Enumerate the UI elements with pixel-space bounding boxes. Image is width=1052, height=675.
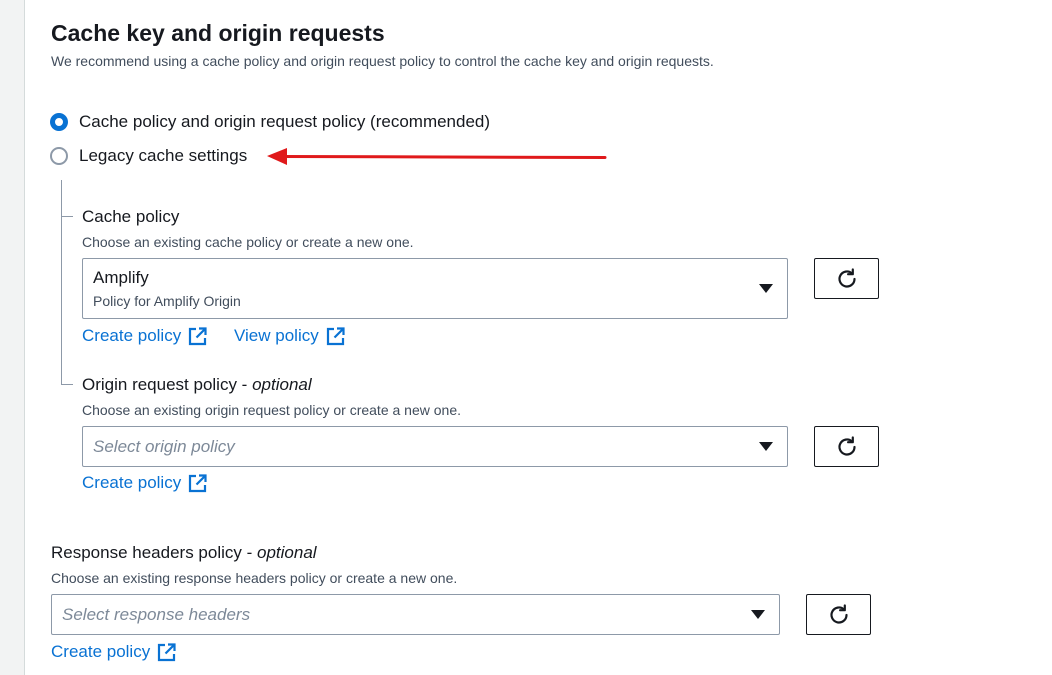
- cache-settings-panel: Cache key and origin requests We recomme…: [0, 0, 1052, 675]
- select-value-description: Policy for Amplify Origin: [93, 293, 241, 309]
- origin-request-policy-label: Origin request policy - optional: [82, 374, 312, 396]
- external-link-icon: [326, 326, 345, 346]
- annotation-arrow: [267, 148, 607, 165]
- external-link-icon: [157, 642, 176, 662]
- section-description: We recommend using a cache policy and or…: [51, 53, 714, 69]
- radio-legacy-cache-settings[interactable]: Legacy cache settings: [50, 143, 247, 169]
- label-text: Response headers policy -: [51, 543, 258, 562]
- response-headers-create-link[interactable]: Create policy: [51, 641, 176, 663]
- optional-tag: optional: [257, 543, 317, 562]
- external-link-icon: [188, 326, 207, 346]
- radio-cache-policy-recommended[interactable]: Cache policy and origin request policy (…: [50, 109, 490, 135]
- link-label: Create policy: [82, 326, 182, 345]
- caret-down-icon: [751, 610, 765, 619]
- link-label: View policy: [234, 326, 319, 345]
- caret-down-icon: [759, 442, 773, 451]
- section-title: Cache key and origin requests: [51, 20, 385, 46]
- tree-connector-vertical: [61, 180, 62, 385]
- radio-label: Cache policy and origin request policy (…: [79, 112, 491, 131]
- radio-label: Legacy cache settings: [79, 146, 248, 165]
- link-label: Create policy: [51, 642, 151, 661]
- origin-request-policy-description: Choose an existing origin request policy…: [82, 402, 461, 418]
- cache-policy-select[interactable]: Amplify Policy for Amplify Origin: [82, 258, 788, 319]
- response-headers-policy-description: Choose an existing response headers poli…: [51, 570, 458, 586]
- label-text: Origin request policy -: [82, 375, 253, 394]
- select-placeholder: Select response headers: [62, 605, 251, 624]
- response-headers-policy-label: Response headers policy - optional: [51, 542, 317, 564]
- origin-request-policy-select[interactable]: Select origin policy: [82, 426, 788, 467]
- cache-policy-view-link[interactable]: View policy: [234, 325, 345, 347]
- response-headers-policy-select[interactable]: Select response headers: [51, 594, 780, 635]
- tree-connector-cache-policy: [61, 216, 73, 217]
- select-placeholder: Select origin policy: [93, 437, 235, 456]
- caret-down-icon: [759, 284, 773, 293]
- radio-button-selected[interactable]: [50, 113, 68, 131]
- refresh-response-headers-button[interactable]: [806, 594, 871, 635]
- cache-policy-create-link[interactable]: Create policy: [82, 325, 207, 347]
- cache-policy-description: Choose an existing cache policy or creat…: [82, 234, 414, 250]
- optional-tag: optional: [252, 375, 312, 394]
- refresh-icon: [829, 603, 848, 624]
- radio-button[interactable]: [50, 147, 68, 165]
- left-rail: [0, 0, 25, 675]
- link-label: Create policy: [82, 473, 182, 492]
- refresh-cache-policy-button[interactable]: [814, 258, 879, 299]
- select-value: Amplify: [93, 268, 149, 287]
- refresh-origin-policy-button[interactable]: [814, 426, 879, 467]
- tree-connector-origin-policy: [61, 384, 73, 385]
- external-link-icon: [188, 473, 207, 493]
- refresh-icon: [837, 435, 856, 456]
- origin-policy-create-link[interactable]: Create policy: [82, 472, 207, 494]
- refresh-icon: [837, 267, 856, 288]
- cache-policy-label: Cache policy: [82, 207, 180, 226]
